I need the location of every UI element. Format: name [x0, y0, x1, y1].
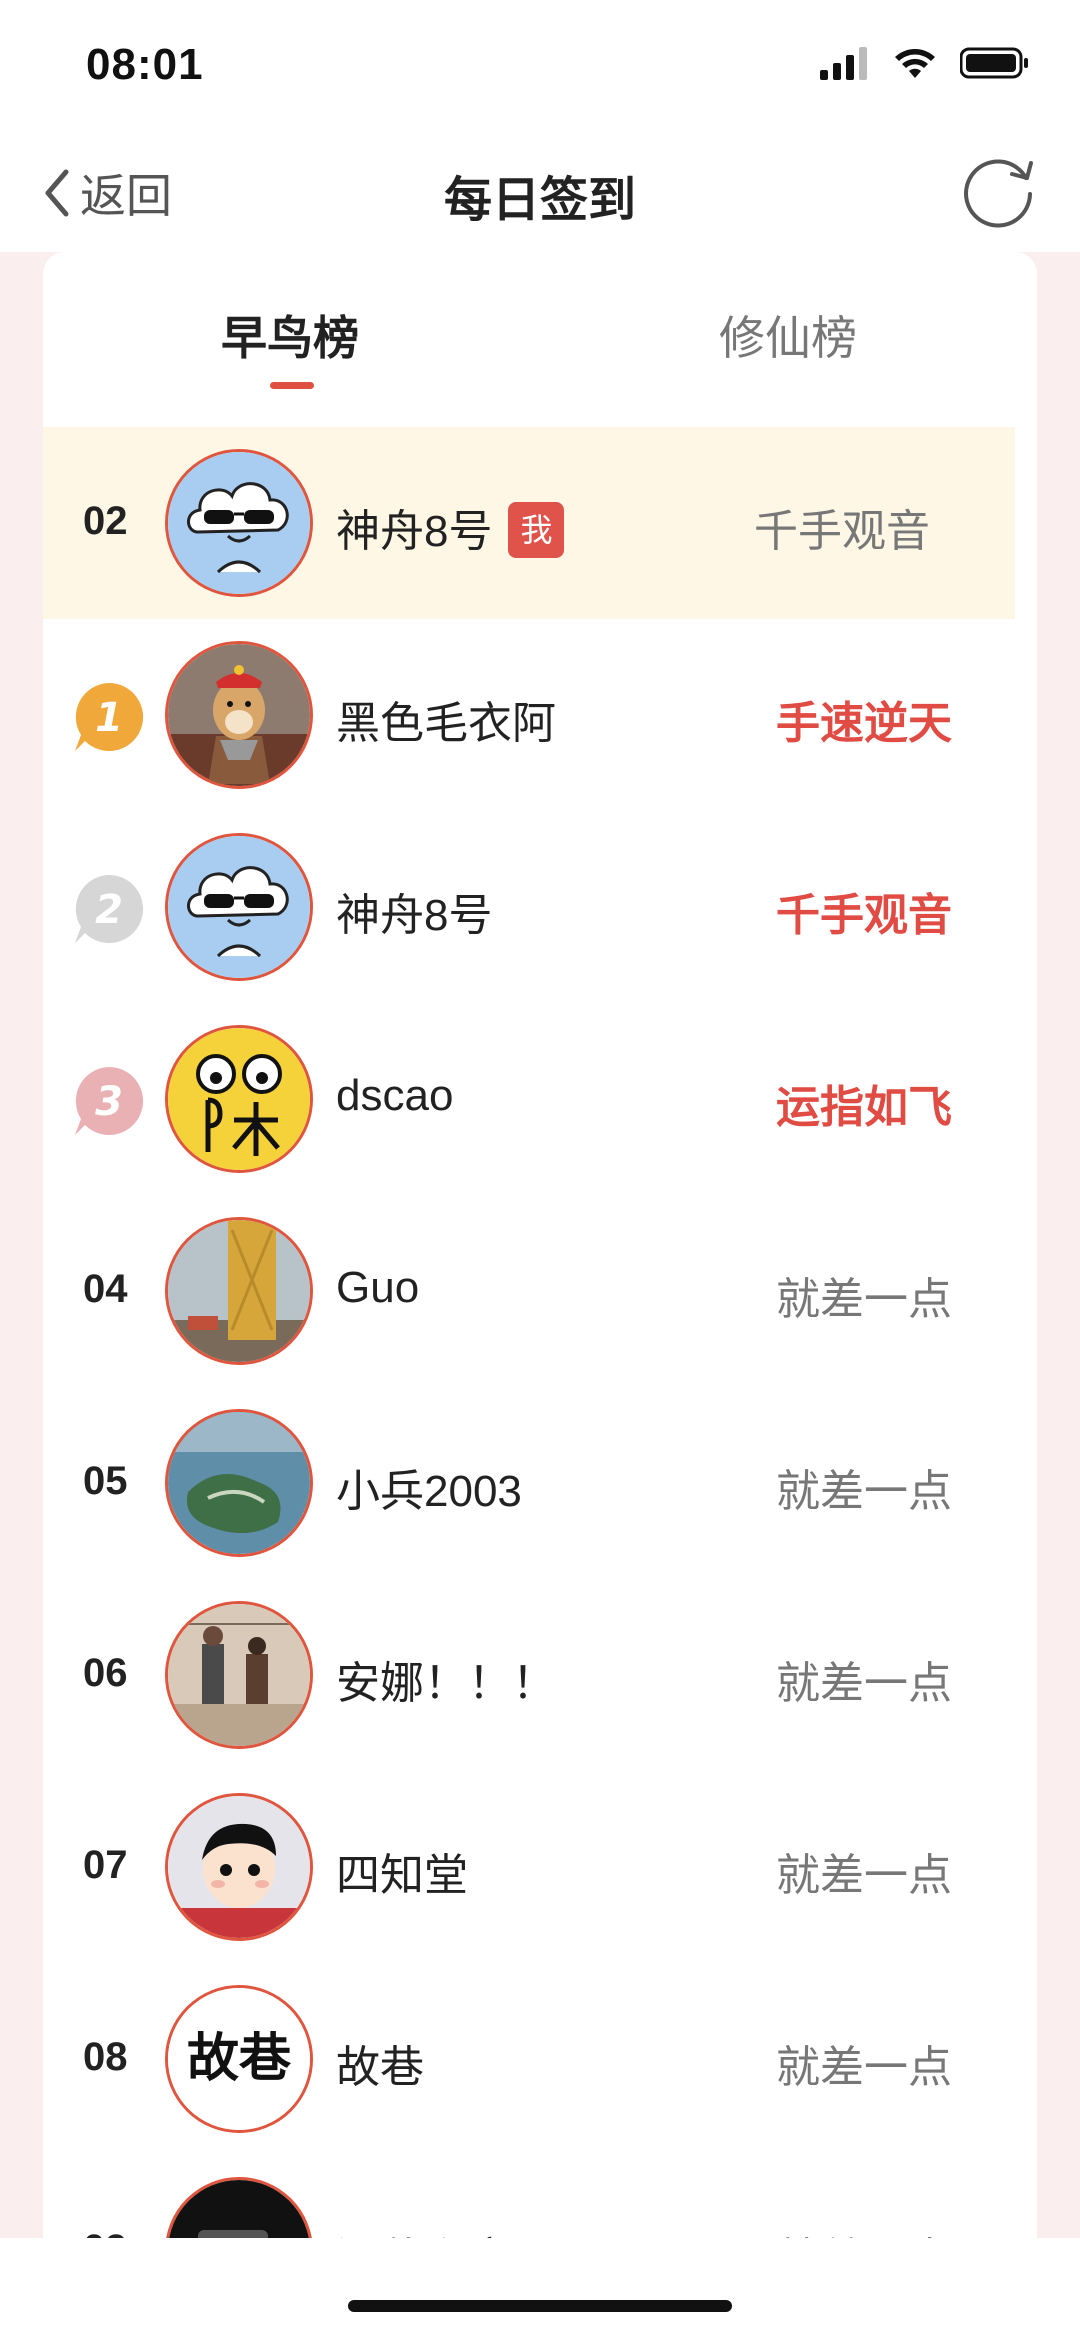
tab-indicator — [270, 382, 314, 389]
refresh-icon[interactable] — [956, 148, 1040, 232]
sunglasses-cloud-avatar — [168, 452, 310, 594]
rank-row[interactable]: 08 故巷 故巷 就差一点 — [43, 1963, 1037, 2155]
bottom-area — [0, 2238, 1080, 2337]
svg-text:故巷: 故巷 — [187, 2028, 292, 2089]
status-icons — [820, 46, 1030, 80]
avatar — [165, 449, 313, 597]
calligraphy-avatar: 故巷 — [168, 1988, 310, 2130]
user-title: 就差一点 — [776, 2043, 952, 2092]
user-title: 就差一点 — [776, 1467, 952, 1516]
user-title: 就差一点 — [776, 1275, 952, 1324]
avatar — [165, 833, 313, 981]
rank-number: 05 — [83, 1459, 128, 1503]
rank-row[interactable]: 2 神舟8号 千手观音 — [43, 811, 1037, 1003]
sunglasses-cloud-avatar — [168, 836, 310, 978]
avatar — [165, 641, 313, 789]
user-name-text: 神舟8号 — [336, 507, 493, 556]
battery-icon — [960, 47, 1028, 79]
crane-photo-avatar — [168, 1220, 310, 1362]
user-title: 手速逆天 — [776, 699, 952, 748]
nav-bar: 返回 每日签到 — [0, 130, 1080, 252]
wifi-icon — [895, 49, 935, 78]
user-title: 千手观音 — [754, 507, 930, 556]
avatar — [165, 1409, 313, 1557]
svg-text:3: 3 — [95, 1079, 123, 1125]
user-name: 故巷 — [336, 2043, 424, 2092]
user-name: dscao — [336, 1071, 454, 1120]
avatar — [165, 1025, 313, 1173]
rank-row[interactable]: 07 四知堂 就差一点 — [43, 1771, 1037, 1963]
rank-row[interactable]: 05 小兵2003 就差一点 — [43, 1387, 1037, 1579]
avatar: 故巷 — [165, 1985, 313, 2133]
silver-medal-icon: 2 — [75, 874, 144, 943]
user-name: 黑色毛衣阿 — [336, 699, 556, 748]
avatar — [165, 1793, 313, 1941]
user-title: 就差一点 — [776, 1851, 952, 1900]
rank-number: 07 — [83, 1843, 128, 1887]
rank-number: 02 — [83, 499, 128, 543]
rank-number: 06 — [83, 1651, 128, 1695]
avatar — [165, 1217, 313, 1365]
user-name: 小兵2003 — [336, 1467, 522, 1516]
user-title: 运指如飞 — [776, 1083, 952, 1132]
status-time: 08:01 — [86, 40, 204, 89]
home-indicator[interactable] — [348, 2300, 732, 2312]
signal-icon — [820, 47, 867, 80]
tab-immortal[interactable]: 修仙榜 — [719, 302, 857, 368]
user-title: 就差一点 — [776, 1659, 952, 1708]
gold-medal-icon: 1 — [75, 682, 144, 751]
people-photo-avatar — [168, 1604, 310, 1746]
user-name: 四知堂 — [336, 1851, 468, 1900]
shiba-dog-avatar — [168, 644, 310, 786]
rank-number: 04 — [83, 1267, 128, 1311]
leaderboard-card: 早鸟榜 修仙榜 02 神舟8号我 千手观音 1 黑色毛衣阿 手速逆天 2 神舟8… — [43, 252, 1037, 2252]
page-title: 每日签到 — [443, 174, 636, 227]
svg-text:2: 2 — [95, 887, 123, 933]
rank-row[interactable]: 3 dscao 运指如飞 — [43, 1003, 1037, 1195]
avatar — [165, 1601, 313, 1749]
cartoon-boy-avatar — [168, 1796, 310, 1938]
user-name: 神舟8号 — [336, 891, 493, 940]
rank-row[interactable]: 04 Guo 就差一点 — [43, 1195, 1037, 1387]
bronze-medal-icon: 3 — [75, 1066, 144, 1135]
user-name: Guo — [336, 1263, 420, 1312]
user-title: 千手观音 — [776, 891, 952, 940]
tab-bar: 早鸟榜 修仙榜 — [43, 252, 1037, 427]
me-badge: 我 — [508, 502, 565, 559]
tab-early-bird[interactable]: 早鸟榜 — [221, 302, 359, 368]
rank-row[interactable]: 1 黑色毛衣阿 手速逆天 — [43, 619, 1037, 811]
rank-number: 08 — [83, 2035, 128, 2079]
my-rank-row[interactable]: 02 神舟8号我 千手观音 — [43, 427, 1015, 619]
rank-row[interactable]: 06 安娜！！！ 就差一点 — [43, 1579, 1037, 1771]
user-name: 神舟8号我 — [336, 495, 565, 562]
status-bar: 08:01 — [0, 0, 1080, 130]
yellow-face-avatar — [168, 1028, 310, 1170]
svg-text:1: 1 — [95, 695, 123, 741]
user-name: 安娜！！！ — [336, 1659, 556, 1708]
island-photo-avatar — [168, 1412, 310, 1554]
